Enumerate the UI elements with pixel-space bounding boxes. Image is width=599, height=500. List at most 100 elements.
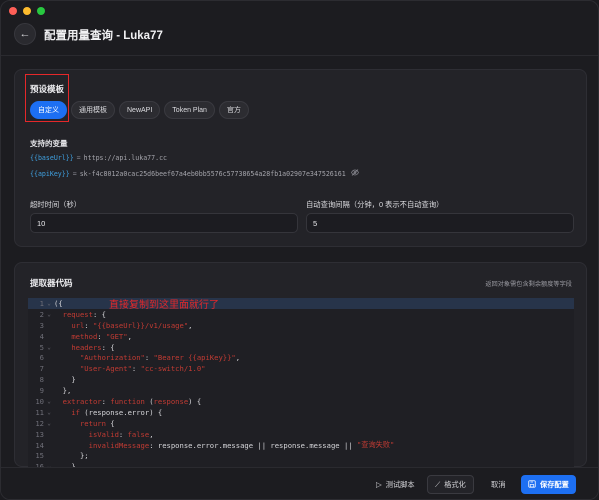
code-token: }; — [79, 451, 89, 461]
close-window-button[interactable] — [9, 7, 17, 15]
line-number: 11 — [35, 407, 44, 417]
code-token: "{{baseUrl}}/v1/usage" — [92, 320, 189, 330]
extractor-hint: 返回对象需包含剩余额度等字段 — [485, 281, 572, 288]
tab-custom[interactable]: 自定义 — [30, 101, 67, 119]
code-token: function — [110, 396, 145, 406]
line-number: 1 — [39, 298, 44, 308]
line-number: 12 — [35, 418, 44, 428]
code-token: : response.error.message || response.mes… — [149, 440, 357, 450]
fold-chevron-icon[interactable]: ⌄ — [44, 300, 54, 307]
variable-value: sk-f4c8012a0cac25d6beef67a4eb0bb5576c577… — [79, 169, 346, 178]
code-line: 12 ⌄ return { — [28, 418, 574, 429]
code-token: headers — [71, 342, 102, 352]
interval-input[interactable]: 5 — [306, 213, 574, 233]
code-token: , — [235, 353, 241, 363]
code-token: url — [71, 320, 85, 330]
eye-off-icon[interactable] — [350, 169, 359, 178]
play-icon: ▷ — [376, 480, 382, 489]
code-token: "cc-switch/1.0" — [140, 364, 206, 374]
header-divider — [1, 55, 598, 56]
variables-title: 支持的变量 — [30, 139, 68, 148]
tab-official[interactable]: 官方 — [218, 101, 249, 119]
code-token: : — [97, 331, 106, 341]
code-token: "User-Agent" — [79, 364, 132, 374]
variable-key: {{apiKey}} — [30, 169, 70, 178]
extractor-card: 提取器代码 返回对象需包含剩余额度等字段 直接复制到这里面就行了 1 ⌄({2 ⌄ … — [14, 262, 587, 468]
line-number: 10 — [35, 396, 44, 406]
app-window: ← 配置用量查询 - Luka77 预设模板 自定义 通用模板 NewAPI T… — [0, 0, 599, 500]
preset-tabs: 自定义 通用模板 NewAPI Token Plan 官方 — [30, 101, 249, 119]
tab-newapi[interactable]: NewAPI — [119, 101, 161, 119]
minimize-window-button[interactable] — [23, 7, 31, 15]
variable-value: https://api.luka77.cc — [83, 154, 168, 162]
code-line: 11 ⌄ if (response.error) { — [28, 407, 574, 418]
line-number: 13 — [35, 429, 44, 439]
code-token: : — [131, 364, 141, 374]
variable-equals: = — [76, 154, 81, 162]
code-token: : — [101, 396, 111, 406]
line-number: 4 — [39, 331, 44, 341]
code-token: "Bearer {{apiKey}}" — [153, 353, 236, 363]
variable-equals: = — [72, 169, 77, 178]
code-token: : — [118, 429, 128, 439]
code-token: "Authorization" — [79, 353, 145, 363]
code-token: response — [153, 396, 189, 406]
zoom-window-button[interactable] — [37, 7, 45, 15]
code-token: } — [71, 375, 76, 385]
code-token: invalidMessage — [88, 440, 150, 450]
test-script-button[interactable]: ▷ 测试脚本 — [369, 475, 422, 494]
code-editor[interactable]: 直接复制到这里面就行了 1 ⌄({2 ⌄ request: {3 url: "{{b… — [28, 298, 574, 468]
window-controls — [9, 7, 45, 15]
code-token: ) { — [188, 396, 202, 406]
fold-chevron-icon[interactable]: ⌄ — [44, 398, 54, 405]
back-button[interactable]: ← — [14, 23, 36, 45]
arrow-left-icon: ← — [19, 28, 31, 40]
save-icon — [528, 479, 536, 490]
code-line: 4 method: "GET", — [28, 331, 574, 342]
fold-chevron-icon[interactable]: ⌄ — [44, 311, 54, 318]
page-header: ← 配置用量查询 - Luka77 — [1, 21, 598, 49]
fold-chevron-icon[interactable]: ⌄ — [44, 344, 54, 351]
line-number: 9 — [39, 386, 44, 396]
cancel-button[interactable]: 取消 — [484, 475, 512, 494]
interval-label: 自动查询间隔（分钟，0 表示不自动查询） — [306, 200, 444, 209]
code-token: ( — [144, 396, 154, 406]
fold-chevron-icon[interactable]: ⌄ — [44, 420, 54, 427]
code-token: isValid — [88, 429, 119, 439]
tab-generic[interactable]: 通用模板 — [71, 101, 115, 119]
code-token: , — [188, 320, 193, 330]
code-line: 14 invalidMessage: response.error.messag… — [28, 440, 574, 451]
line-number: 15 — [35, 451, 44, 461]
code-line: 7 "User-Agent": "cc-switch/1.0" — [28, 363, 574, 374]
code-token: : { — [101, 342, 115, 352]
code-line: 8 } — [28, 374, 574, 385]
code-line: 3 url: "{{baseUrl}}/v1/usage", — [28, 320, 574, 331]
line-number: 7 — [39, 364, 44, 374]
code-token: : { — [92, 309, 106, 319]
footer-bar: ▷ 测试脚本 ⟋ 格式化 取消 保存配置 — [1, 467, 598, 499]
format-button[interactable]: ⟋ 格式化 — [427, 475, 474, 494]
code-line: 13 isValid: false, — [28, 429, 574, 440]
code-line: 9 }, — [28, 385, 574, 396]
tab-token-plan[interactable]: Token Plan — [164, 101, 215, 119]
timeout-label: 超时时间（秒） — [30, 200, 82, 209]
line-number: 5 — [39, 342, 44, 352]
line-number: 8 — [39, 375, 44, 385]
code-token: { — [105, 418, 115, 428]
save-button[interactable]: 保存配置 — [521, 475, 576, 494]
timeout-input[interactable]: 10 — [30, 213, 298, 233]
test-script-label: 测试脚本 — [385, 479, 415, 489]
fold-chevron-icon[interactable]: ⌄ — [44, 409, 54, 416]
code-line: 15 }; — [28, 450, 574, 461]
code-token: : — [84, 320, 93, 330]
code-token: ({ — [54, 298, 63, 308]
line-number: 3 — [39, 320, 44, 330]
presets-title: 预设模板 — [30, 84, 65, 94]
line-number: 6 — [39, 353, 44, 363]
